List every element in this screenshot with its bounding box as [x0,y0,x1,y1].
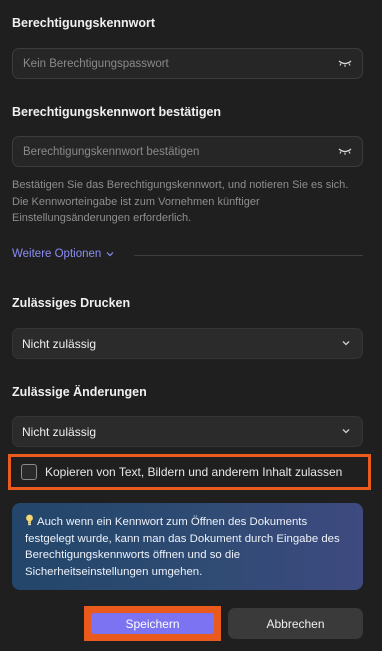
copy-content-option[interactable]: Kopieren von Text, Bildern und anderem I… [8,454,371,490]
info-text: Auch wenn ein Kennwort zum Öffnen des Do… [25,516,340,578]
eye-closed-icon[interactable] [338,58,352,68]
chevron-down-icon [106,252,114,257]
changes-value: Nicht zulässig [22,424,97,439]
info-banner: Auch wenn ein Kennwort zum Öffnen des Do… [12,503,363,590]
eye-closed-icon[interactable] [338,146,352,156]
changes-label: Zulässige Änderungen [12,385,147,399]
info-text-container: Auch wenn ein Kennwort zum Öffnen des Do… [25,514,351,580]
permission-password-field[interactable]: Kein Berechtigungspasswort [12,48,363,79]
more-options-label: Weitere Optionen [12,248,102,260]
printing-label: Zulässiges Drucken [12,296,131,310]
confirm-password-help: Bestätigen Sie das Berechtigungskennwort… [12,179,349,224]
confirm-password-placeholder: Berechtigungskennwort bestätigen [23,145,200,158]
permission-password-label: Berechtigungskennwort [12,16,156,30]
save-button[interactable]: Speichern [91,613,214,634]
lightbulb-icon [26,514,33,526]
chevron-down-icon [342,341,350,346]
changes-select[interactable]: Nicht zulässig [12,416,363,447]
confirm-password-label: Berechtigungskennwort bestätigen [12,105,222,119]
confirm-password-field[interactable]: Berechtigungskennwort bestätigen [12,136,363,167]
copy-content-checkbox[interactable] [21,464,37,480]
more-options-toggle[interactable]: Weitere Optionen [12,248,114,260]
printing-value: Nicht zulässig [22,336,97,351]
section-divider [134,255,363,256]
permission-password-placeholder: Kein Berechtigungspasswort [23,57,169,70]
printing-select[interactable]: Nicht zulässig [12,328,363,359]
save-button-highlight: Speichern [84,606,221,641]
chevron-down-icon [342,429,350,434]
cancel-button[interactable]: Abbrechen [228,608,363,639]
copy-content-label: Kopieren von Text, Bildern und anderem I… [45,465,343,479]
